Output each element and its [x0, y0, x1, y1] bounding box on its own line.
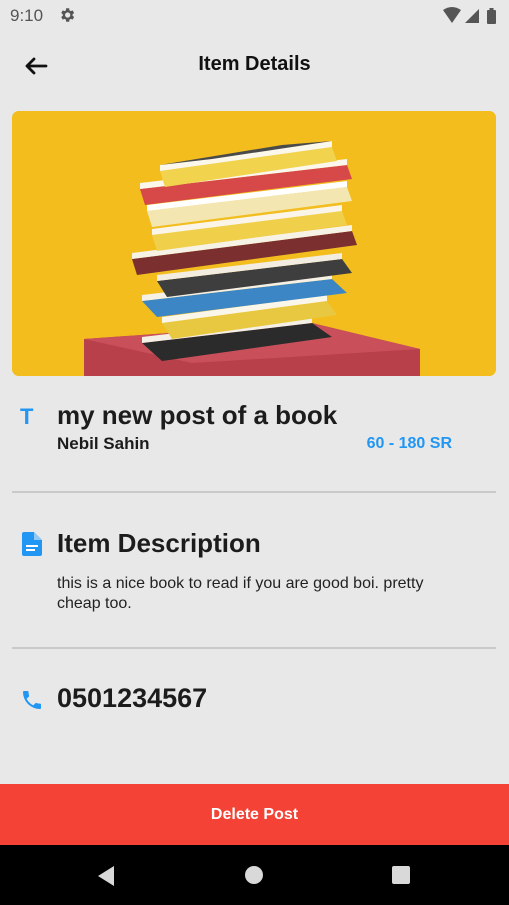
- app-bar: Item Details: [0, 34, 509, 96]
- item-price: 60 - 180 SR: [366, 435, 452, 452]
- status-bar: 9:10: [0, 0, 509, 34]
- item-title: my new post of a book: [57, 400, 338, 430]
- text-t-icon: T: [20, 404, 34, 429]
- nav-recents-icon[interactable]: [392, 866, 410, 884]
- books-illustration: [12, 111, 496, 376]
- status-time: 9:10: [10, 6, 44, 25]
- wifi-icon: [443, 7, 461, 23]
- gear-icon: [58, 6, 76, 29]
- nav-home-icon[interactable]: [245, 866, 263, 884]
- delete-post-button[interactable]: Delete Post: [0, 784, 509, 845]
- page-title: Item Details: [198, 53, 311, 75]
- divider: [12, 647, 496, 649]
- description-text: this is a nice book to read if you are g…: [57, 575, 424, 612]
- divider: [12, 491, 496, 493]
- phone-number[interactable]: 0501234567: [57, 683, 207, 714]
- description-heading: Item Description: [57, 528, 261, 558]
- signal-icon: [465, 9, 479, 23]
- document-icon: [22, 532, 42, 561]
- status-icons: [443, 7, 501, 30]
- battery-icon: [487, 8, 496, 24]
- phone-icon[interactable]: [20, 688, 44, 717]
- nav-back-icon[interactable]: [96, 865, 116, 892]
- system-nav-bar: [0, 845, 509, 905]
- item-author: Nebil Sahin: [57, 434, 150, 453]
- item-image: [12, 111, 496, 376]
